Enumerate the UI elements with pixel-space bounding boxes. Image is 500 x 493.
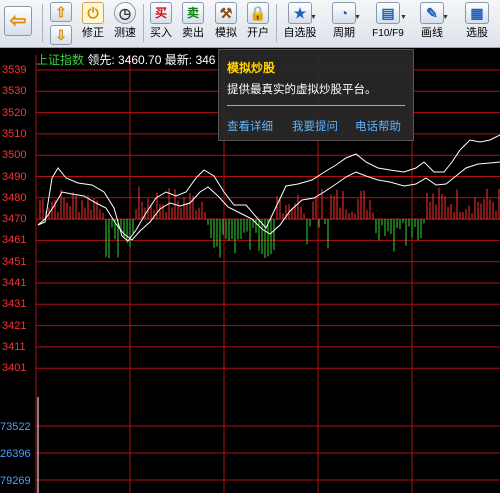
period-label: 周期 <box>333 27 355 39</box>
sell-label: 卖出 <box>182 27 204 39</box>
pencil-icon: ✎ <box>420 2 444 24</box>
scroll-down-button[interactable]: ⇩ <box>50 25 72 45</box>
period-button[interactable]: ◔ 周期 <box>325 2 363 45</box>
f10-dropdown-icon[interactable]: ▼ <box>400 14 407 21</box>
hammer-icon: ⚒ <box>215 2 237 24</box>
select-stock-icon: ▦ <box>465 2 489 24</box>
watchlist-dropdown-icon[interactable]: ▼ <box>310 14 317 21</box>
sell-icon: 卖 <box>182 2 204 24</box>
speed-test-label: 测速 <box>114 27 136 39</box>
latest-value: 346 <box>195 53 216 67</box>
latest-label: 最新: <box>161 53 196 67</box>
toolbar: ⇦ ⇧ ⇩ ⏻ 修正 ◷ 测速 买 买入 卖 卖出 ⚒ 模拟 🔒 开户 ★ 自选… <box>0 0 500 48</box>
popup-title: 模拟炒股 <box>227 61 276 75</box>
price-tick: 3431 <box>2 298 27 311</box>
star-icon: ★ <box>288 2 312 24</box>
leading-label: 领先: <box>87 53 119 67</box>
stock-app: ⇦ ⇧ ⇩ ⏻ 修正 ◷ 测速 买 买入 卖 卖出 ⚒ 模拟 🔒 开户 ★ 自选… <box>0 0 500 493</box>
clock-icon: ◷ <box>114 2 136 24</box>
f10-icon: ▤ <box>376 2 400 24</box>
up-arrow-icon: ⇧ <box>50 2 72 22</box>
popup-divider <box>227 105 405 106</box>
chart-header: 上证指数 领先: 3460.70 最新: 346 <box>36 51 215 68</box>
draw-line-label: 画线 <box>421 27 443 39</box>
period-icon: ◔ <box>332 2 356 24</box>
price-tick: 3539 <box>2 64 27 76</box>
volume-tick: 26396 <box>0 448 31 460</box>
modify-button[interactable]: ⏻ 修正 <box>80 2 106 45</box>
price-tick: 3441 <box>2 277 27 289</box>
draw-line-button[interactable]: ✎ 画线 <box>413 2 451 45</box>
leading-value: 3460.70 <box>118 53 162 67</box>
popup-description: 提供最真实的虚拟炒股平台。 <box>227 84 377 96</box>
price-tick: 3480 <box>2 191 27 204</box>
draw-dropdown-icon[interactable]: ▼ <box>442 14 449 21</box>
ask-question-link[interactable]: 我要提问 <box>292 118 338 134</box>
power-icon: ⏻ <box>82 2 104 24</box>
index-name: 上证指数 <box>36 53 85 67</box>
price-tick: 3461 <box>2 234 27 247</box>
price-tick: 3510 <box>2 127 27 140</box>
down-arrow-icon: ⇩ <box>50 25 72 45</box>
price-tick: 3470 <box>2 213 27 226</box>
volume-tick: 79269 <box>0 475 31 487</box>
sell-button[interactable]: 卖 卖出 <box>180 2 206 45</box>
price-tick: 3520 <box>2 106 27 119</box>
price-tick: 3530 <box>2 85 27 98</box>
back-button[interactable]: ⇦ <box>4 6 32 49</box>
buy-label: 买入 <box>150 27 172 39</box>
price-tick: 3401 <box>2 362 27 375</box>
modify-label: 修正 <box>82 27 104 39</box>
f10-button[interactable]: ▤ F10/F9 <box>366 2 410 45</box>
price-line <box>37 134 500 242</box>
volume-tick: 73522 <box>0 421 31 433</box>
view-details-link[interactable]: 查看详细 <box>227 118 273 134</box>
price-tick: 3451 <box>2 255 27 268</box>
watchlist-label: 自选股 <box>283 27 317 39</box>
simulate-button[interactable]: ⚒ 模拟 <box>213 2 239 45</box>
simulated-trading-popup: 模拟炒股 提供最真实的虚拟炒股平台。 查看详细 我要提问 电话帮助 <box>218 49 414 141</box>
phone-help-link[interactable]: 电话帮助 <box>355 118 401 134</box>
lock-icon: 🔒 <box>247 2 269 24</box>
back-arrow-icon: ⇦ <box>4 6 32 36</box>
price-tick: 3490 <box>2 170 27 183</box>
open-account-button[interactable]: 🔒 开户 <box>245 2 271 45</box>
period-dropdown-icon[interactable]: ▼ <box>354 14 361 21</box>
open-account-label: 开户 <box>247 27 269 39</box>
buy-icon: 买 <box>150 2 172 24</box>
average-price-line <box>37 161 500 241</box>
scroll-up-button[interactable]: ⇧ <box>50 2 72 22</box>
f10-label: F10/F9 <box>372 28 404 39</box>
price-tick: 3500 <box>2 149 27 162</box>
select-stock-button[interactable]: ▦ 选股 <box>458 2 496 45</box>
simulate-label: 模拟 <box>215 27 237 39</box>
watchlist-button[interactable]: ★ 自选股 <box>281 2 319 45</box>
select-stock-label: 选股 <box>466 27 488 39</box>
price-tick: 3411 <box>2 340 26 353</box>
buy-button[interactable]: 买 买入 <box>148 2 174 45</box>
price-tick: 3421 <box>2 319 27 332</box>
speed-test-button[interactable]: ◷ 测速 <box>112 2 138 45</box>
